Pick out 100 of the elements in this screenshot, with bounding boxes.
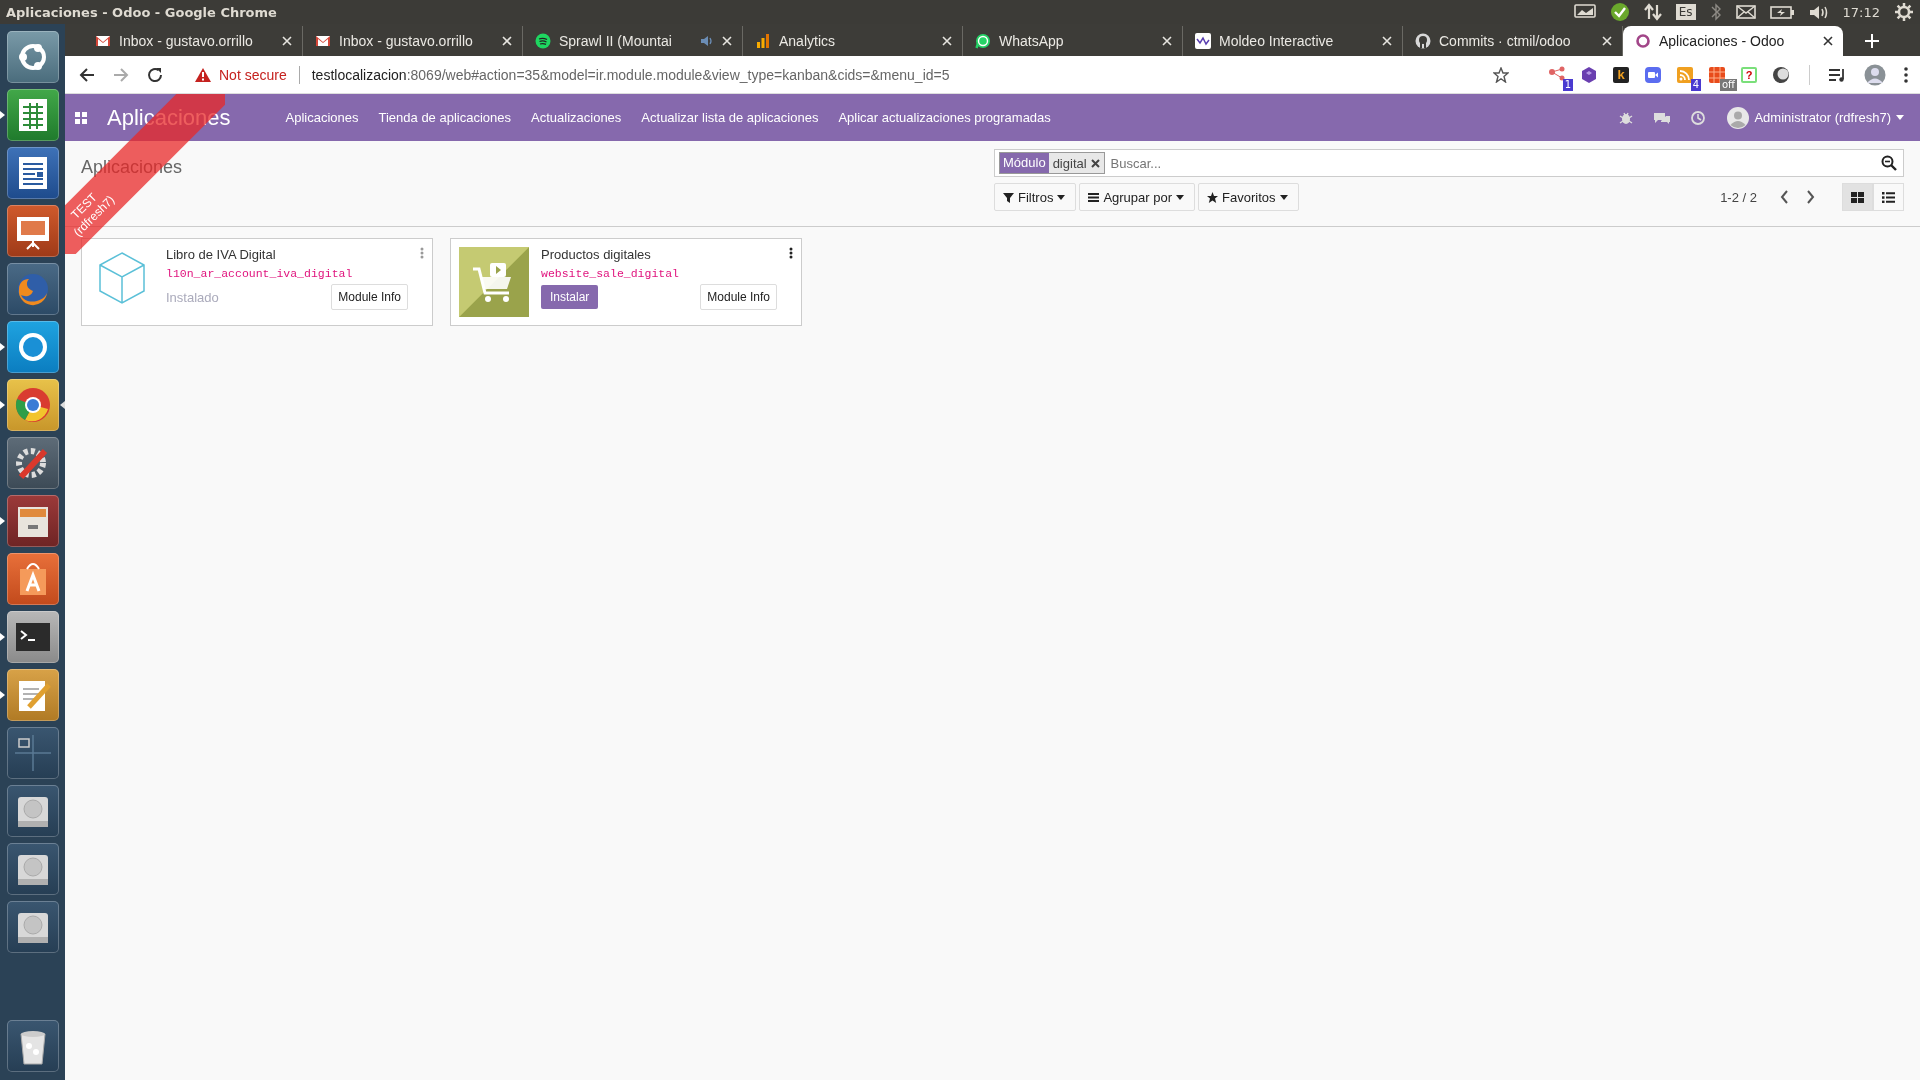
profile-avatar-icon[interactable]: [1864, 63, 1886, 86]
search-field[interactable]: Módulo digital Buscar...: [994, 149, 1904, 177]
extension-label: ?: [1745, 68, 1753, 81]
extension-button[interactable]: [1771, 64, 1791, 85]
url-text[interactable]: testlocalizacion:8069/web#action=35&model=ir.module.module&view_type=kanban&cids=&menu_id=5: [311, 66, 950, 83]
security-label[interactable]: Not secure: [219, 66, 287, 83]
bluetooth-icon[interactable]: [1709, 2, 1722, 22]
letter-tile-icon: [1612, 65, 1630, 84]
notepad-pencil-icon[interactable]: [6, 669, 59, 721]
browser-tab[interactable]: Aplicaciones - Odoo: [1623, 26, 1843, 56]
document-icon[interactable]: [6, 147, 59, 199]
caret-icon: [1279, 194, 1288, 200]
list-bars-icon: [1088, 191, 1100, 203]
spreadsheet-icon[interactable]: [6, 89, 59, 141]
media-controls-icon[interactable]: [1828, 66, 1846, 83]
menu-item[interactable]: Tienda de aplicaciones: [378, 110, 511, 125]
settings-icon[interactable]: [1894, 2, 1914, 22]
video-camera-icon: [1644, 65, 1662, 84]
window-title: Aplicaciones - Odoo - Google Chrome: [6, 4, 277, 20]
close-icon[interactable]: [1823, 36, 1833, 46]
extension-badge: 1: [1562, 78, 1573, 91]
list-view-button[interactable]: [1873, 183, 1904, 211]
chat-icon: [975, 33, 991, 49]
shopping-bag-icon[interactable]: [6, 553, 59, 605]
list-icon: [1882, 191, 1895, 203]
extension-label: k: [1617, 67, 1625, 82]
hard-drive-icon[interactable]: [6, 785, 59, 837]
extension-button[interactable]: [1579, 64, 1599, 85]
tab-title: Moldeo Interactive: [1219, 33, 1335, 49]
extension-button[interactable]: [1675, 64, 1695, 85]
dropdown-button[interactable]: Agrupar por: [1079, 183, 1196, 211]
chat-icon[interactable]: [1653, 110, 1672, 125]
check-icon[interactable]: [1609, 2, 1630, 22]
keyboard-layout-indicator[interactable]: Es: [1675, 4, 1696, 20]
help-tile-icon: [1740, 65, 1758, 84]
mail-icon[interactable]: [1735, 2, 1756, 22]
remove-icon[interactable]: [1090, 158, 1100, 168]
filter-icon: [1003, 191, 1014, 203]
new-tab-icon[interactable]: [1865, 34, 1879, 48]
music-circle-icon: [535, 33, 551, 49]
tab-title: WhatsApp: [999, 33, 1065, 49]
menu-item[interactable]: Actualizaciones: [531, 110, 622, 125]
extension-button[interactable]: k: [1611, 64, 1631, 85]
workspaces-icon[interactable]: [6, 727, 59, 779]
speaker-icon[interactable]: [700, 34, 714, 48]
module-card[interactable]: Productos digitales website_sale_digital Instalar Module Info: [450, 238, 802, 326]
reload-icon[interactable]: [147, 66, 163, 83]
tab-title: Commits · ctmil/odoo: [1439, 33, 1572, 49]
search-facet[interactable]: Módulo digital: [999, 152, 1105, 174]
dropdown-button[interactable]: Favoritos: [1198, 183, 1299, 211]
trash-icon[interactable]: [6, 1020, 59, 1072]
bookmark-star-icon[interactable]: [1493, 66, 1509, 83]
tab-title: Sprawl II (Mountai: [559, 33, 673, 49]
browser-logo-icon[interactable]: [6, 379, 59, 431]
menu-item[interactable]: Aplicar actualizaciones programadas: [838, 110, 1051, 125]
previous-icon[interactable]: [1780, 190, 1789, 204]
hard-drive-icon[interactable]: [6, 843, 59, 895]
hard-drive-icon[interactable]: [6, 901, 59, 953]
back-icon[interactable]: [79, 66, 95, 83]
install-button[interactable]: Instalar: [541, 285, 599, 309]
technical-name: website_sale_digital: [541, 267, 681, 280]
search-icon[interactable]: [1881, 155, 1897, 171]
tab-title: Inbox - gustavo.orrillo: [119, 33, 254, 49]
info-button[interactable]: Module Info: [700, 284, 777, 310]
module-name: Productos digitales: [541, 247, 652, 262]
module-card[interactable]: Libro de IVA Digital l10n_ar_account_iva_digital Instalado Module Info: [81, 238, 433, 326]
network-arrows-icon[interactable]: [1643, 2, 1662, 22]
terminal-icon[interactable]: [6, 611, 59, 663]
bug-icon[interactable]: [1619, 110, 1634, 125]
presentation-icon[interactable]: [6, 205, 59, 257]
moon-icon: [1772, 65, 1790, 84]
caret-icon: [1896, 115, 1904, 120]
dropdown-button[interactable]: Filtros: [994, 183, 1077, 211]
extension-badge: off: [1720, 78, 1737, 91]
clock[interactable]: 17:12: [1842, 4, 1880, 20]
clock-icon[interactable]: [1691, 110, 1706, 125]
menu-icon[interactable]: [1904, 66, 1908, 83]
ring-icon: [1635, 33, 1651, 49]
menu-item[interactable]: Aplicaciones: [285, 110, 359, 125]
avatar-icon: [1727, 106, 1750, 129]
module-name: Libro de IVA Digital: [166, 247, 277, 262]
warning-icon: [195, 67, 211, 82]
envelope-icon: [315, 33, 331, 49]
file-cabinet-icon[interactable]: [6, 495, 59, 547]
tab-title: Analytics: [779, 33, 837, 49]
extension-badge: 4: [1690, 78, 1701, 91]
kanban-view-button[interactable]: [1842, 183, 1873, 211]
user-menu[interactable]: Administrator (rdfresh7): [1727, 106, 1904, 129]
next-icon[interactable]: [1806, 190, 1815, 204]
pager-value: 1-2 / 2: [1720, 189, 1757, 205]
menu-item[interactable]: Actualizar lista de aplicaciones: [641, 110, 819, 125]
more-options-icon[interactable]: [789, 247, 793, 259]
tab-title: Aplicaciones - Odoo: [1659, 33, 1786, 49]
feed-icon: [1676, 65, 1694, 84]
extension-button[interactable]: ?: [1739, 64, 1759, 85]
info-button[interactable]: Module Info: [331, 284, 408, 310]
ubuntu-logo-icon[interactable]: [6, 31, 59, 83]
extension-button[interactable]: [1643, 64, 1663, 85]
apps-menu-icon[interactable]: [75, 111, 87, 124]
bar-chart-icon: [755, 33, 771, 49]
